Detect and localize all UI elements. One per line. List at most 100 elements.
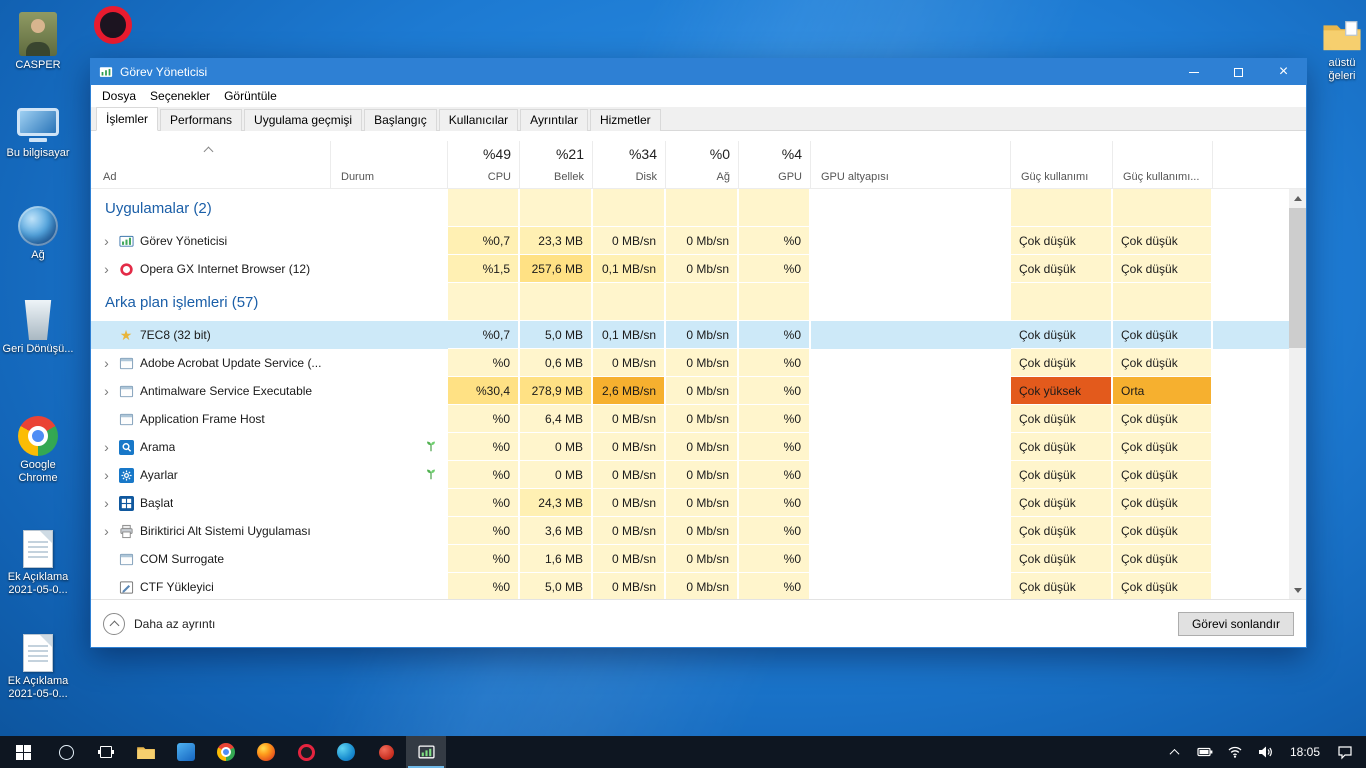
tab-islemler[interactable]: İşlemler — [96, 107, 159, 131]
disk-cell: 0 MB/sn — [593, 405, 666, 433]
taskbar-clock[interactable]: 18:05 — [1282, 745, 1328, 759]
column-header-gpu-altyapisi[interactable]: GPU altyapısı — [811, 141, 1011, 188]
process-row[interactable]: › Ayarlar %0 0 MB 0 MB/sn 0 Mb/sn %0 Çok… — [91, 461, 1306, 489]
desktop-icon-recycle-bin[interactable]: Geri Dönüşü... — [0, 294, 76, 356]
tab-kullanicilar[interactable]: Kullanıcılar — [438, 109, 519, 131]
column-header-ag[interactable]: %0 Ağ — [666, 141, 739, 188]
process-row[interactable]: ★ 7EC8 (32 bit) %0,7 5,0 MB 0,1 MB/sn 0 … — [91, 321, 1306, 349]
network-cell: 0 Mb/sn — [666, 573, 739, 599]
network-cell: 0 Mb/sn — [666, 349, 739, 377]
gpu-cell: %0 — [739, 433, 811, 461]
expand-chevron-icon[interactable]: › — [101, 440, 112, 454]
process-row[interactable]: › Görev Yöneticisi %0,7 23,3 MB 0 MB/sn … — [91, 227, 1306, 255]
expand-chevron-icon[interactable]: › — [101, 468, 112, 482]
desktop-icon-chrome[interactable]: Google Chrome — [0, 410, 76, 485]
tray-expand-button[interactable] — [1162, 736, 1188, 768]
process-row[interactable]: › Başlat %0 24,3 MB 0 MB/sn 0 Mb/sn %0 Ç… — [91, 489, 1306, 517]
vertical-scrollbar[interactable] — [1289, 189, 1306, 599]
process-row[interactable]: COM Surrogate %0 1,6 MB 0 MB/sn 0 Mb/sn … — [91, 545, 1306, 573]
memory-cell: 0,6 MB — [520, 349, 593, 377]
firefox-taskbar-button[interactable] — [246, 736, 286, 768]
gpu-engine-cell — [811, 255, 1011, 283]
column-header-disk[interactable]: %34 Disk — [593, 141, 666, 188]
network-tray-button[interactable] — [1222, 736, 1248, 768]
menu-goruntule[interactable]: Görüntüle — [217, 89, 284, 103]
expand-chevron-icon[interactable]: › — [101, 524, 112, 538]
column-header-bellek[interactable]: %21 Bellek — [520, 141, 593, 188]
window-titlebar[interactable]: Görev Yöneticisi × — [91, 59, 1306, 85]
column-header-guc-kullanimi-trend[interactable]: Güç kullanımı... — [1113, 141, 1213, 188]
process-name: Arama — [140, 440, 176, 454]
cortana-button[interactable] — [46, 736, 86, 768]
name-cell: COM Surrogate — [91, 545, 331, 573]
disk-cell: 0 MB/sn — [593, 517, 666, 545]
process-row[interactable]: Application Frame Host %0 6,4 MB 0 MB/sn… — [91, 405, 1306, 433]
process-row[interactable]: › Opera GX Internet Browser (12) %1,5 25… — [91, 255, 1306, 283]
process-name: Başlat — [140, 496, 174, 510]
tab-uygulama-gecmisi[interactable]: Uygulama geçmişi — [244, 109, 363, 131]
speaker-icon — [1258, 746, 1272, 758]
gpu-engine-cell — [811, 461, 1011, 489]
expand-chevron-icon[interactable]: › — [101, 262, 112, 276]
section-row[interactable]: Uygulamalar (2) — [91, 189, 1306, 227]
maximize-button[interactable] — [1216, 59, 1261, 85]
action-center-button[interactable] — [1332, 736, 1358, 768]
expand-chevron-icon[interactable]: › — [101, 384, 112, 398]
tab-ayrintilar[interactable]: Ayrıntılar — [520, 109, 588, 131]
process-row[interactable]: › Biriktirici Alt Sistemi Uygulaması %0 … — [91, 517, 1306, 545]
menu-dosya[interactable]: Dosya — [95, 89, 143, 103]
firefox-icon — [257, 743, 275, 761]
expand-chevron-icon[interactable]: › — [101, 356, 112, 370]
opera-desktop-icon[interactable] — [94, 6, 132, 44]
menu-secenekler[interactable]: Seçenekler — [143, 89, 217, 103]
red-app-icon — [378, 744, 394, 760]
power-usage-cell: Çok düşük — [1011, 573, 1113, 599]
section-row[interactable]: Arka plan işlemleri (57) — [91, 283, 1306, 321]
minimize-button[interactable] — [1171, 59, 1216, 85]
close-button[interactable]: × — [1261, 59, 1306, 85]
process-row[interactable]: › Arama %0 0 MB 0 MB/sn 0 Mb/sn %0 Çok d… — [91, 433, 1306, 461]
tab-hizmetler[interactable]: Hizmetler — [589, 109, 661, 131]
column-header-ad[interactable]: Ad — [91, 141, 331, 188]
network-cell: 0 Mb/sn — [666, 377, 739, 405]
desktop-icon-document-2[interactable]: Ek Açıklama 2021-05-0... — [0, 626, 76, 701]
cpu-cell: %0 — [448, 517, 520, 545]
expand-chevron-icon[interactable]: › — [101, 234, 112, 248]
desktop-icon-this-pc[interactable]: Bu bilgisayar — [0, 98, 76, 160]
column-header-gpu[interactable]: %4 GPU — [739, 141, 811, 188]
tab-performans[interactable]: Performans — [160, 109, 243, 131]
process-name: Biriktirici Alt Sistemi Uygulaması — [140, 524, 311, 538]
process-row[interactable]: CTF Yükleyici %0 5,0 MB 0 MB/sn 0 Mb/sn … — [91, 573, 1306, 599]
details-toggle[interactable]: Daha az ayrıntı — [103, 612, 215, 635]
wifi-icon — [1228, 746, 1242, 758]
process-name: Görev Yöneticisi — [140, 234, 228, 248]
chrome-taskbar-button[interactable] — [206, 736, 246, 768]
battery-tray-button[interactable] — [1192, 736, 1218, 768]
column-header-cpu[interactable]: %49 CPU — [448, 141, 520, 188]
scrollbar-thumb[interactable] — [1289, 208, 1306, 348]
blue-app-button[interactable] — [166, 736, 206, 768]
power-usage-cell: Çok düşük — [1011, 227, 1113, 255]
process-row[interactable]: › Adobe Acrobat Update Service (... %0 0… — [91, 349, 1306, 377]
volume-tray-button[interactable] — [1252, 736, 1278, 768]
task-manager-taskbar-button[interactable] — [406, 736, 446, 768]
red-app-button[interactable] — [366, 736, 406, 768]
edge-taskbar-button[interactable] — [326, 736, 366, 768]
desktop-icon-casper[interactable]: CASPER — [0, 10, 76, 72]
expand-chevron-icon[interactable]: › — [101, 496, 112, 510]
desktop-icon-folder-top-right[interactable]: aüstü ğeleri — [1312, 8, 1366, 83]
end-task-button[interactable]: Görevi sonlandır — [1177, 611, 1294, 636]
file-explorer-button[interactable] — [126, 736, 166, 768]
tab-baslangic[interactable]: Başlangıç — [364, 109, 437, 131]
scrollbar-up-arrow[interactable] — [1289, 189, 1306, 206]
column-header-durum[interactable]: Durum — [331, 141, 448, 188]
column-header-guc-kullanimi[interactable]: Güç kullanımı — [1011, 141, 1113, 188]
scrollbar-down-arrow[interactable] — [1289, 582, 1306, 599]
task-view-button[interactable] — [86, 736, 126, 768]
desktop-icon-network[interactable]: Ağ — [0, 200, 76, 262]
power-trend-cell: Çok düşük — [1113, 349, 1213, 377]
process-row[interactable]: › Antimalware Service Executable %30,4 2… — [91, 377, 1306, 405]
start-button[interactable] — [0, 736, 46, 768]
desktop-icon-document-1[interactable]: Ek Açıklama 2021-05-0... — [0, 522, 76, 597]
opera-taskbar-button[interactable] — [286, 736, 326, 768]
